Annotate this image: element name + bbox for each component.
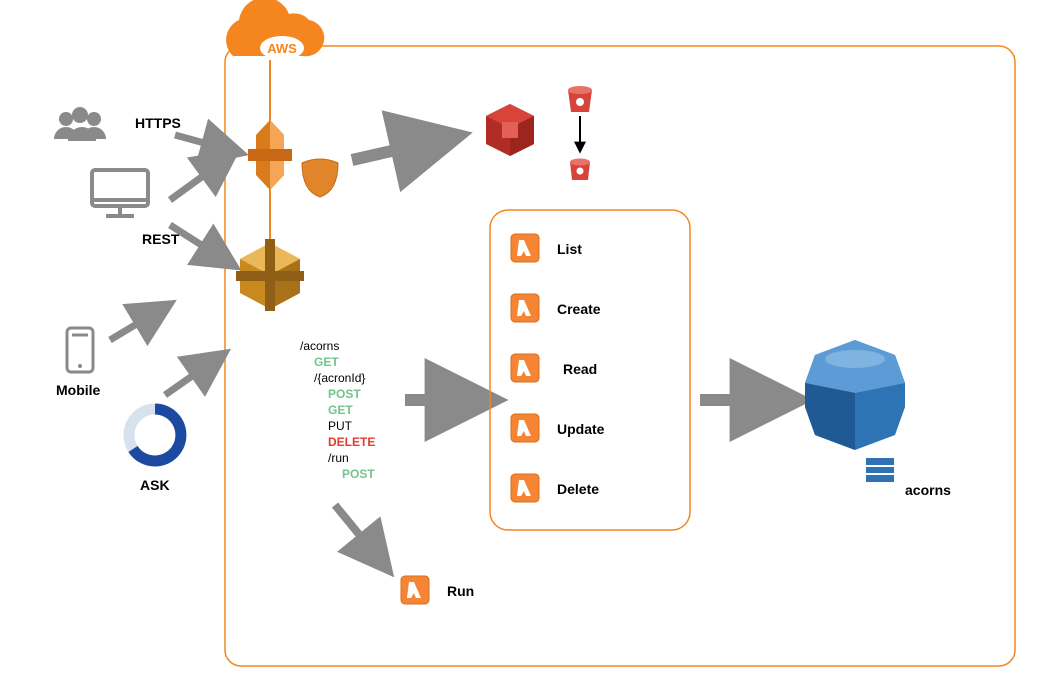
users-icon [54,107,106,141]
lambda-icon [511,234,539,262]
lambda-run: Run [401,576,474,604]
api-spec-line: PUT [328,419,353,433]
api-spec-line: /run [328,451,349,465]
db-table-label: acorns [905,482,951,498]
api-spec-line: GET [314,355,339,369]
lambda-icon [511,414,539,442]
api-spec-line: DELETE [328,435,375,449]
lambda-icon [511,354,539,382]
lambda-update: Update [511,414,605,442]
cloudfront-icon [248,120,292,190]
lambda-delete: Delete [511,474,599,502]
api-spec-line: GET [328,403,353,417]
api-spec-line: POST [328,387,361,401]
waf-shield-icon [302,159,338,197]
arrow-api-to-run [335,505,380,560]
aws-container [225,46,1015,666]
computer-icon [92,170,148,216]
bucket-bottom-icon [570,159,590,181]
lambda-read: Read [511,354,597,382]
arrow-users-to-gateway [175,135,230,150]
lambda-delete-label: Delete [557,481,599,497]
aws-cloud-icon: AWS [226,0,324,60]
mobile-label: Mobile [56,382,101,398]
api-spec-line: /{acronId} [314,371,365,385]
api-spec-line: POST [342,467,375,481]
lambda-list-label: List [557,241,582,257]
https-label: HTTPS [135,115,181,131]
lambda-run-label: Run [447,583,474,599]
arrow-ask-to-apigw [165,360,215,395]
api-gateway-icon [236,239,304,311]
aws-cloud-label: AWS [267,41,297,56]
lambda-list: List [511,234,582,262]
arrow-mobile-to-apigw [110,310,160,340]
dynamodb-icon [805,340,905,450]
lambda-icon [511,294,539,322]
mobile-icon [67,328,93,372]
table-icon [866,458,894,482]
ask-icon [129,409,181,461]
arrow-cf-to-s3 [352,140,440,160]
s3-icon [486,104,534,156]
bucket-top-icon [568,86,592,112]
lambda-icon [511,474,539,502]
arrow-computer-to-gateway [170,160,225,200]
lambda-create: Create [511,294,601,322]
rest-label: REST [142,231,180,247]
api-spec: /acorns GET /{acronId} POST GET PUT DELETE/run… [300,339,375,481]
lambda-update-label: Update [557,421,605,437]
lambda-icon [401,576,429,604]
api-spec-line: /acorns [300,339,339,353]
lambda-create-label: Create [557,301,601,317]
lambda-read-label: Read [563,361,597,377]
ask-label: ASK [140,477,170,493]
